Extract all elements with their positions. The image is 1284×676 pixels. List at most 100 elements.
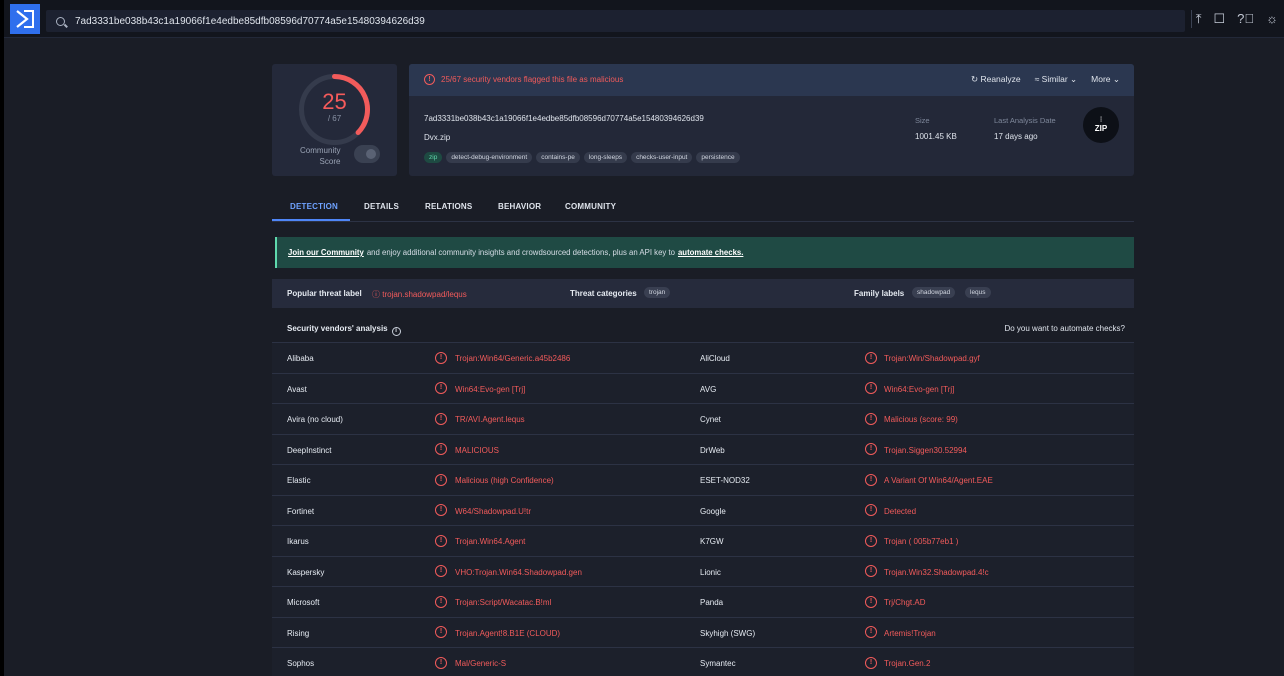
app-frame: ⤒ ☐ ?⃝ ☼ 25 / 67 Community Score ! 25/67…	[4, 0, 1284, 676]
tab-detection[interactable]: DETECTION	[290, 202, 338, 211]
alert-icon: !	[865, 656, 877, 669]
vendor-result[interactable]: Trojan:Script/Wacatac.B!ml	[455, 598, 551, 607]
file-summary-card: 25 / 67 Community Score ! 25/67 security…	[272, 64, 1134, 176]
search-icon	[56, 16, 65, 26]
file-actions: ↻ Reanalyze ≈ Similar ⌄ More ⌄	[971, 74, 1120, 85]
upload-icon[interactable]: ⤒	[1196, 11, 1202, 27]
vendor-name: AVG	[700, 384, 717, 394]
vendor-name: Skyhigh (SWG)	[700, 628, 756, 638]
vendor-result[interactable]: Artemis!Trojan	[884, 629, 936, 638]
last-analysis-label: Last Analysis Date	[994, 116, 1056, 125]
file-name: Dvx.zip	[424, 133, 451, 142]
vendor-result[interactable]: Trojan.Agent!8.B1E (CLOUD)	[455, 629, 560, 638]
automate-checks-link[interactable]: automate checks.	[678, 248, 743, 257]
topbar-divider	[1191, 10, 1192, 28]
file-hash: 7ad3331be038b43c1a19066f1e4edbe85dfb0859…	[424, 114, 704, 123]
top-icons: ⤒ ☐ ?⃝ ☼	[1196, 11, 1278, 27]
vendor-result[interactable]: Trojan.Siggen30.52994	[884, 446, 967, 455]
popular-threat-value[interactable]: ⓘ trojan.shadowpad/lequs	[372, 289, 467, 300]
vendor-result[interactable]: Trojan.Gen.2	[884, 659, 930, 668]
community-banner: Join our Community and enjoy additional …	[275, 237, 1134, 268]
alert-icon: !	[435, 412, 447, 425]
vendor-result[interactable]: Trojan:Win64/Generic.a45b2486	[455, 354, 570, 363]
file-tag[interactable]: checks-user-input	[631, 152, 693, 163]
vendor-result[interactable]: Malicious (high Confidence)	[455, 476, 554, 485]
vendor-result[interactable]: Win64:Evo-gen [Trj]	[884, 385, 954, 394]
vendor-result[interactable]: Win64:Evo-gen [Trj]	[455, 385, 525, 394]
alert-icon: !	[865, 473, 877, 486]
vendor-name: Avira (no cloud)	[287, 415, 343, 424]
vendor-name: Panda	[700, 598, 724, 607]
alert-icon: !	[865, 595, 877, 608]
tab-relations[interactable]: RELATIONS	[425, 202, 472, 211]
vendor-result[interactable]: Malicious (score: 99)	[884, 415, 958, 424]
alert-icon: !	[865, 412, 877, 425]
tab-details[interactable]: DETAILS	[364, 202, 399, 211]
flag-icon[interactable]: ☐	[1213, 11, 1225, 27]
banner-text: and enjoy additional community insights …	[366, 248, 675, 257]
alert-icon: !	[435, 351, 447, 364]
vendor-result[interactable]: MALICIOUS	[455, 446, 499, 455]
alert-icon: !	[435, 473, 447, 486]
vendor-result[interactable]: Trojan.Win32.Shadowpad.4!c	[884, 568, 989, 577]
vendor-result[interactable]: VHO:Trojan.Win64.Shadowpad.gen	[455, 568, 582, 577]
vendors-header: Security vendors' analysis i Do you want …	[272, 318, 1134, 342]
last-analysis-value: 17 days ago	[994, 132, 1038, 141]
search-bar[interactable]	[46, 10, 1185, 32]
vendor-result[interactable]: Trojan.Win64.Agent	[455, 537, 525, 546]
vendor-row: Sophos! Mal/Generic-S Symantec! Trojan.Gen.…	[272, 647, 1134, 676]
vendor-name: K7GW	[700, 537, 724, 546]
vendor-name: Google	[700, 506, 726, 516]
community-score-toggle[interactable]	[354, 145, 380, 163]
tab-behavior[interactable]: BEHAVIOR	[498, 202, 541, 211]
alert-icon: !	[435, 382, 447, 394]
alert-icon: !	[435, 443, 447, 455]
file-tag[interactable]: zip	[424, 152, 443, 163]
threat-labels-row: Popular threat label ⓘ trojan.shadowpad/…	[272, 279, 1134, 308]
info-icon[interactable]: i	[391, 327, 401, 336]
detection-total: / 67	[327, 114, 342, 123]
vendor-result[interactable]: TR/AVI.Agent.lequs	[455, 415, 525, 424]
vendor-row: Avast! Win64:Evo-gen [Trj] AVG! Win64:Evo-g…	[272, 372, 1134, 403]
alert-icon: !	[435, 504, 447, 516]
file-tag[interactable]: contains-pe	[536, 152, 580, 163]
vendor-row: Elastic! Malicious (high Confidence) ESET-…	[272, 464, 1134, 495]
file-tags: zip detect-debug-environment contains-pe lo…	[424, 152, 740, 163]
vendor-row: Kaspersky! VHO:Trojan.Win64.Shadowpad.gen…	[272, 555, 1134, 586]
vendor-result[interactable]: A Variant Of Win64/Agent.EAE	[884, 476, 993, 485]
vendor-result[interactable]: Mal/Generic-S	[455, 659, 506, 668]
file-tag[interactable]: long-sleeps	[583, 152, 628, 163]
virustotal-logo-icon[interactable]	[10, 4, 40, 34]
vendor-result[interactable]: Detected	[884, 507, 916, 516]
vendor-name: Rising	[287, 628, 310, 638]
tab-community[interactable]: COMMUNITY	[565, 202, 616, 211]
threat-category-pill[interactable]: trojan	[644, 287, 671, 298]
vendor-row: Microsoft! Trojan:Script/Wacatac.B!ml Pand…	[272, 586, 1134, 617]
alert-text: 25/67 security vendors flagged this file…	[441, 75, 624, 84]
vendor-name: Alibaba	[287, 354, 314, 363]
vendor-name: Fortinet	[287, 506, 315, 516]
alert-icon: !	[865, 443, 877, 455]
file-tag[interactable]: persistence	[696, 152, 740, 163]
file-tag[interactable]: detect-debug-environment	[446, 152, 533, 163]
search-input[interactable]	[75, 15, 1155, 27]
alert-icon: !	[435, 656, 447, 669]
vendor-result[interactable]: Trj/Chgt.AD	[884, 598, 926, 607]
theme-toggle-icon[interactable]: ☼	[1266, 11, 1278, 27]
alert-icon: !	[435, 565, 447, 577]
family-label-pill[interactable]: shadowpad	[912, 287, 956, 298]
vendor-result[interactable]: W64/Shadowpad.U!tr	[455, 507, 531, 516]
more-button[interactable]: More ⌄	[1091, 74, 1120, 85]
reanalyze-button[interactable]: ↻ Reanalyze	[971, 74, 1021, 85]
automate-checks-link[interactable]: Do you want to automate checks?	[1004, 324, 1125, 333]
similar-button[interactable]: ≈ Similar ⌄	[1035, 74, 1078, 85]
family-label-pill[interactable]: lequs	[965, 287, 991, 298]
vendor-row: Fortinet! W64/Shadowpad.U!tr Google! Detect…	[272, 494, 1134, 525]
top-bar: ⤒ ☐ ?⃝ ☼	[4, 0, 1284, 38]
vendor-result[interactable]: Trojan:Win/Shadowpad.gyf	[884, 354, 980, 363]
vendor-name: Sophos	[287, 659, 315, 668]
help-icon[interactable]: ?⃝	[1237, 11, 1254, 27]
alert-icon: !	[865, 534, 877, 547]
join-community-link[interactable]: Join our Community	[288, 248, 364, 257]
vendor-result[interactable]: Trojan ( 005b77eb1 )	[884, 537, 958, 546]
